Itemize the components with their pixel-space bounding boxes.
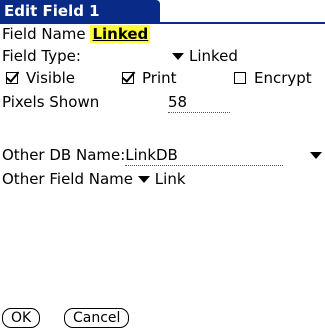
- field-name-label: Field Name: [2, 25, 86, 43]
- visible-label: Visible: [26, 69, 75, 87]
- pixels-shown-value: 58: [168, 93, 188, 111]
- other-db-input[interactable]: LinkDB: [125, 145, 284, 166]
- title-bar: Edit Field 1: [0, 0, 325, 24]
- ok-button[interactable]: OK: [2, 308, 41, 328]
- other-db-row: Other DB Name:LinkDB: [2, 145, 322, 166]
- dialog-title: Edit Field 1: [0, 0, 160, 22]
- checkbox-unchecked-icon: [234, 72, 246, 84]
- visible-checkbox[interactable]: Visible: [6, 68, 75, 88]
- field-name-row: Field Name Linked: [2, 24, 151, 44]
- dropdown-triangle-icon[interactable]: [310, 152, 322, 159]
- other-field-label: Other Field Name: [2, 170, 134, 188]
- field-type-row: Field Type: Linked: [2, 46, 238, 66]
- dropdown-triangle-icon: [137, 176, 150, 183]
- pixels-shown-input[interactable]: 58: [168, 92, 230, 113]
- field-name-input[interactable]: Linked: [90, 25, 151, 43]
- field-type-trigger[interactable]: Linked: [172, 46, 238, 66]
- pixels-shown-row: Pixels Shown 58: [2, 92, 230, 113]
- field-type-value: Linked: [189, 47, 238, 65]
- encrypt-checkbox[interactable]: Encrypt: [234, 68, 312, 88]
- pixels-shown-label: Pixels Shown: [2, 93, 100, 111]
- cancel-button[interactable]: Cancel: [64, 308, 130, 328]
- encrypt-label: Encrypt: [254, 69, 312, 87]
- other-db-value: LinkDB: [125, 146, 178, 164]
- other-field-value: Link: [154, 170, 186, 188]
- other-field-trigger[interactable]: Link: [137, 170, 186, 188]
- checkbox-checked-icon: [6, 72, 18, 84]
- checkbox-checked-icon: [122, 72, 134, 84]
- print-label: Print: [142, 69, 177, 87]
- field-type-label: Field Type:: [2, 47, 81, 65]
- dropdown-triangle-icon: [172, 53, 184, 60]
- other-db-label: Other DB Name:: [2, 146, 126, 164]
- print-checkbox[interactable]: Print: [122, 68, 177, 88]
- other-field-row: Other Field Name Link: [2, 169, 186, 189]
